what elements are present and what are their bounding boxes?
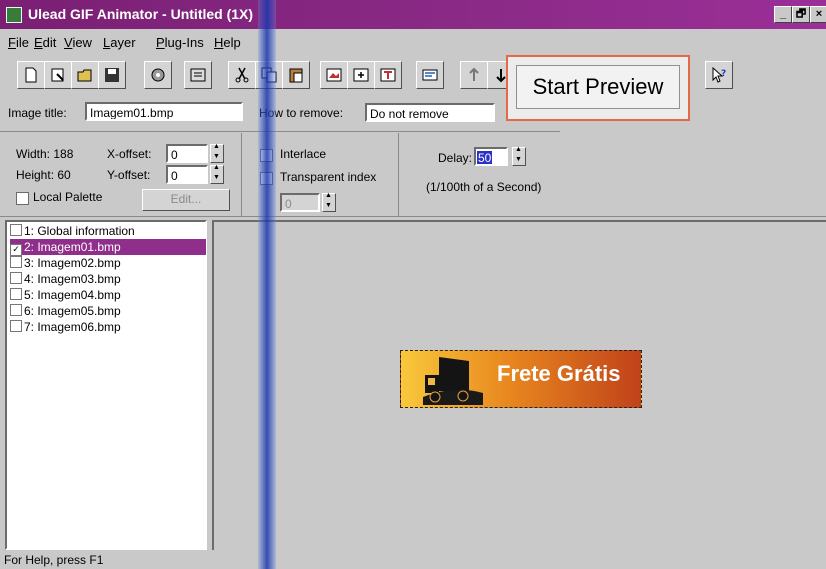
properties-icon [190, 68, 206, 82]
open-wizard-button[interactable] [44, 61, 72, 89]
start-preview-callout: Start Preview [506, 55, 690, 121]
transparent-index-input[interactable]: 0 [280, 193, 320, 212]
title-bar[interactable]: Ulead GIF Animator - Untitled (1X) _ 🗗 × [0, 0, 826, 29]
frame-checkbox[interactable] [10, 256, 22, 268]
delay-value: 50 [477, 151, 493, 165]
banner-text-icon [422, 69, 438, 81]
y-offset-spinner[interactable] [210, 164, 224, 184]
add-image-icon [326, 68, 342, 82]
menu-bar: File Edit View Layer Plug-Ins Help [0, 31, 826, 53]
add-frame-icon [353, 68, 369, 82]
start-preview-button[interactable]: Start Preview [516, 65, 680, 109]
open-icon [77, 69, 92, 82]
banner-image[interactable]: Frete Grátis [400, 350, 642, 408]
frame-checkbox[interactable] [10, 320, 22, 332]
add-frame-button[interactable] [347, 61, 375, 89]
local-palette-checkbox[interactable] [16, 192, 29, 205]
status-bar: For Help, press F1 [4, 553, 104, 567]
svg-text:?: ? [721, 69, 726, 79]
save-icon [105, 68, 119, 82]
frame-checkbox[interactable] [10, 224, 22, 236]
cut-button[interactable] [228, 61, 256, 89]
paste-icon [289, 68, 303, 83]
restore-button[interactable]: 🗗 [792, 6, 810, 23]
width-label: Width: 188 [16, 147, 74, 161]
y-offset-label: Y-offset: [107, 168, 151, 182]
optimize-button[interactable] [144, 61, 172, 89]
list-item[interactable]: 4: Imagem03.bmp [10, 271, 206, 287]
banner-text-button[interactable] [416, 61, 444, 89]
menu-file[interactable]: File [8, 35, 29, 50]
divider [0, 216, 826, 217]
divider [0, 131, 560, 132]
add-text-button[interactable] [374, 61, 402, 89]
transparent-index-label: Transparent index [280, 170, 377, 184]
new-button[interactable] [17, 61, 45, 89]
list-item[interactable]: 1: Global information [10, 223, 206, 239]
edit-palette-button[interactable]: Edit... [142, 189, 230, 211]
frame-checkbox[interactable] [10, 288, 22, 300]
menu-layer[interactable]: Layer [103, 35, 136, 50]
height-label: Height: 60 [16, 168, 71, 182]
list-item[interactable]: 3: Imagem02.bmp [10, 255, 206, 271]
frame-checkbox[interactable] [10, 272, 22, 284]
menu-plugins[interactable]: Plug-Ins [156, 35, 204, 50]
banner-text: Frete Grátis [497, 361, 621, 386]
frame-checkbox[interactable] [10, 304, 22, 316]
delay-input[interactable]: 50 [474, 147, 508, 166]
truck-icon [423, 357, 483, 405]
transparent-index-spinner[interactable] [322, 192, 336, 212]
menu-help[interactable]: Help [214, 35, 241, 50]
add-image-button[interactable] [320, 61, 348, 89]
new-icon [25, 67, 37, 83]
help-pointer-icon: ? [712, 66, 726, 83]
delay-label: Delay: [438, 151, 473, 165]
menu-view[interactable]: View [64, 35, 92, 50]
cut-icon [235, 67, 249, 83]
local-palette-label: Local Palette [33, 190, 103, 204]
y-offset-input[interactable]: 0 [166, 165, 208, 184]
list-item[interactable]: ✓ 2: Imagem01.bmp [10, 239, 206, 256]
canvas-area[interactable]: Frete Grátis [212, 220, 826, 550]
add-text-icon [380, 68, 396, 82]
help-pointer-button[interactable]: ? [705, 61, 733, 89]
minimize-button[interactable]: _ [774, 6, 792, 23]
image-title-label: Image title: [8, 106, 67, 120]
open-wizard-icon [51, 68, 64, 82]
image-title-input[interactable]: Imagem01.bmp [85, 102, 243, 121]
x-offset-input[interactable]: 0 [166, 144, 208, 163]
toolbar: ? [0, 57, 826, 93]
list-item[interactable]: 5: Imagem04.bmp [10, 287, 206, 303]
optimize-icon [151, 68, 165, 82]
blue-streak-overlay [258, 0, 276, 569]
interlace-label: Interlace [280, 147, 327, 161]
delay-spinner[interactable] [512, 146, 526, 166]
x-offset-label: X-offset: [107, 147, 152, 161]
app-icon[interactable] [6, 7, 22, 23]
properties-button[interactable] [184, 61, 212, 89]
list-item[interactable]: 6: Imagem05.bmp [10, 303, 206, 319]
close-button[interactable]: × [810, 6, 826, 23]
move-up-button[interactable] [460, 61, 488, 89]
delay-unit-label: (1/100th of a Second) [426, 180, 542, 194]
divider [241, 133, 242, 217]
list-item[interactable]: 7: Imagem06.bmp [10, 319, 206, 335]
how-to-remove-select[interactable]: Do not remove [365, 103, 495, 122]
menu-edit[interactable]: Edit [34, 35, 56, 50]
open-button[interactable] [71, 61, 99, 89]
window-title: Ulead GIF Animator - Untitled (1X) [28, 6, 254, 22]
divider [398, 133, 399, 217]
paste-button[interactable] [282, 61, 310, 89]
move-up-icon [469, 67, 479, 81]
frame-list[interactable]: 1: Global information ✓ 2: Imagem01.bmp 3… [5, 220, 207, 550]
x-offset-spinner[interactable] [210, 143, 224, 163]
save-button[interactable] [98, 61, 126, 89]
